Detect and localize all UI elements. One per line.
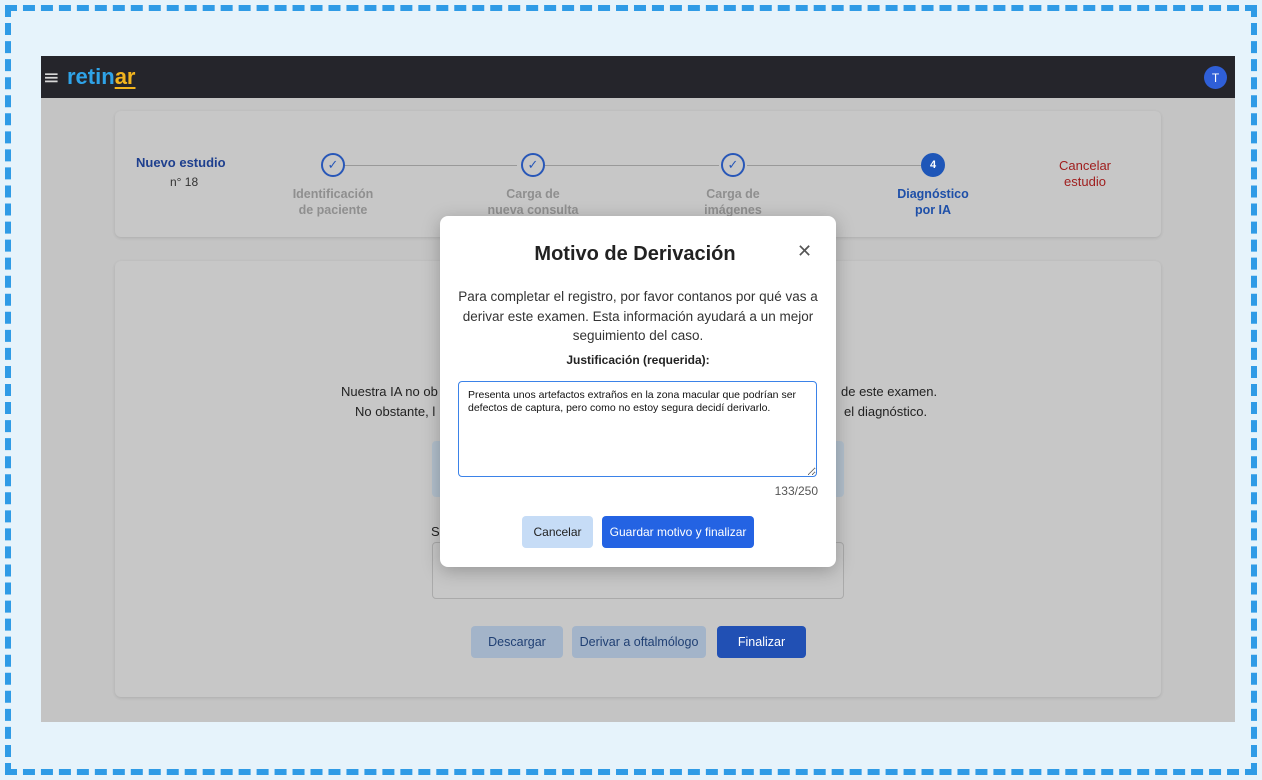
modal-description: Para completar el registro, por favor co… bbox=[458, 289, 818, 343]
retinar-logo[interactable]: retinar bbox=[67, 64, 135, 90]
save-reason-and-finish-button[interactable]: Guardar motivo y finalizar bbox=[602, 516, 754, 548]
step-connector bbox=[747, 165, 921, 166]
step-4-number: 4 bbox=[921, 153, 945, 177]
logo-text-retin: retin bbox=[67, 64, 115, 89]
ai-result-text-left: Nuestra IA no ob bbox=[341, 384, 438, 399]
step-2-label: Carga de nueva consulta bbox=[487, 187, 579, 217]
study-title: Nuevo estudio bbox=[136, 155, 226, 170]
step-3-check-icon: ✓ bbox=[721, 153, 745, 177]
refer-ophthalmologist-button[interactable]: Derivar a oftalmólogo bbox=[572, 626, 706, 658]
ai-result-text-right: de este examen. bbox=[841, 384, 938, 399]
logo-text-ar: ar bbox=[114, 64, 136, 89]
user-avatar[interactable]: T bbox=[1204, 66, 1227, 89]
download-button[interactable]: Descargar bbox=[471, 626, 563, 658]
step-1-label: Identificación de paciente bbox=[292, 187, 374, 217]
close-icon[interactable]: ✕ bbox=[797, 241, 812, 262]
referral-reason-modal: Motivo de Derivación ✕ Para completar el… bbox=[440, 216, 836, 567]
ai-note-text-left: No obstante, l bbox=[355, 404, 436, 419]
finish-button[interactable]: Finalizar bbox=[717, 626, 806, 658]
step-3-label: Carga de imágenes bbox=[704, 187, 762, 217]
justification-label: Justificación (requerida): bbox=[566, 353, 710, 367]
study-number: n° 18 bbox=[170, 175, 199, 189]
character-counter: 133/250 bbox=[774, 484, 818, 498]
modal-title: Motivo de Derivación bbox=[534, 243, 736, 265]
step-1-check-icon: ✓ bbox=[321, 153, 345, 177]
section-label-partial: S bbox=[431, 524, 440, 539]
top-navbar: ≡ retinar T bbox=[41, 56, 1235, 98]
step-2-check-icon: ✓ bbox=[521, 153, 545, 177]
cancel-button[interactable]: Cancelar bbox=[522, 516, 593, 548]
justification-textarea[interactable]: Presenta unos artefactos extraños en la … bbox=[458, 381, 817, 477]
step-connector bbox=[343, 165, 517, 166]
cancel-study-link[interactable]: Cancelar estudio bbox=[1045, 158, 1125, 190]
step-connector bbox=[545, 165, 719, 166]
hamburger-menu-icon[interactable]: ≡ bbox=[43, 67, 63, 87]
ai-note-text-right: el diagnóstico. bbox=[844, 404, 928, 419]
step-4-label: Diagnóstico por IA bbox=[897, 187, 969, 217]
